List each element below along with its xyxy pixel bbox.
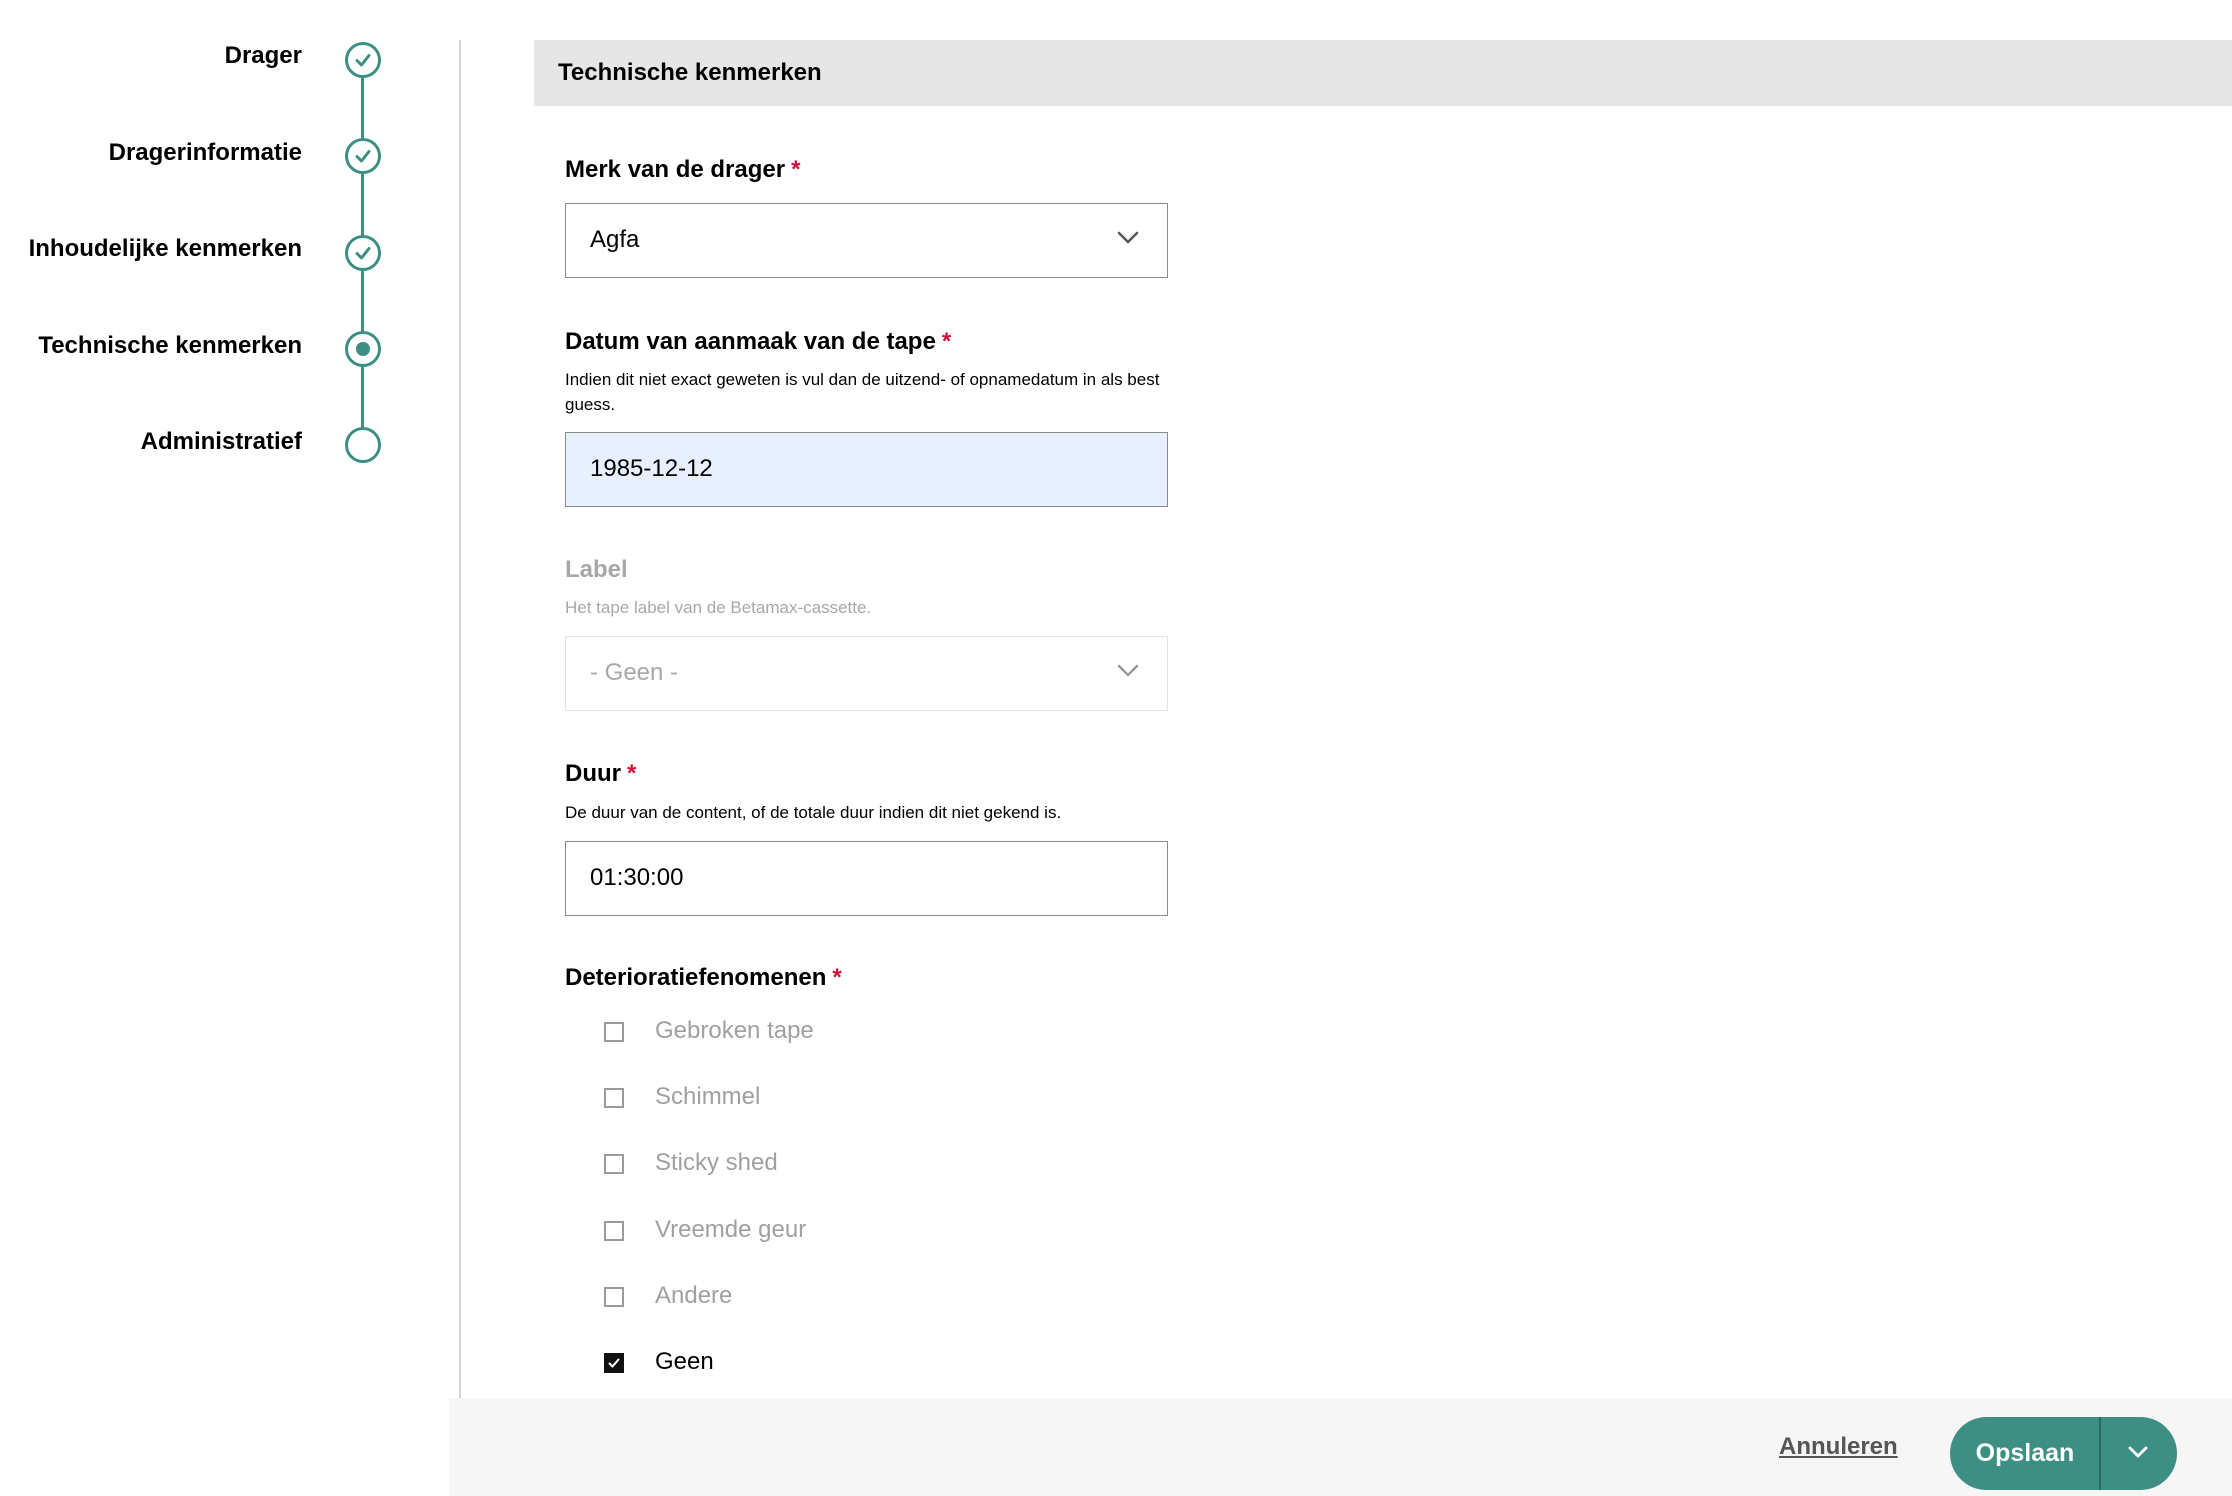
checkbox-icon[interactable] (604, 1154, 624, 1174)
chevron-down-icon (1117, 231, 1139, 244)
section-title: Technische kenmerken (534, 40, 2232, 106)
step-label-inhoudelijke-kenmerken[interactable]: Inhoudelijke kenmerken (29, 235, 302, 263)
checkbox-icon[interactable] (604, 1287, 624, 1307)
checkbox-label: Geen (655, 1348, 714, 1375)
chevron-down-icon (2128, 1446, 2148, 1458)
duration-input[interactable]: 01:30:00 (565, 841, 1168, 916)
tape-label-select-value: - Geen - (590, 659, 679, 686)
required-marker: * (941, 328, 952, 355)
date-field-label: Datum van aanmaak van de tape * (565, 328, 952, 355)
required-marker: * (791, 156, 801, 183)
duration-field-label: Duur * (565, 760, 637, 787)
checkbox-label: Sticky shed (655, 1149, 778, 1176)
checkbox-label: Andere (655, 1282, 733, 1309)
date-field-help: Indien dit niet exact geweten is vul dan… (565, 370, 1160, 414)
brand-select[interactable]: Agfa (565, 203, 1168, 278)
step-label-technische-kenmerken[interactable]: Technische kenmerken (38, 332, 302, 360)
step-label-administratief[interactable]: Administratief (141, 428, 302, 456)
step-completed-icon (345, 235, 381, 271)
checkbox-label: Schimmel (655, 1083, 761, 1110)
checkbox-label: Vreemde geur (655, 1216, 807, 1243)
step-current-icon (345, 331, 381, 367)
required-marker: * (627, 760, 637, 787)
tape-label-field-label: Label (565, 556, 628, 583)
step-pending-icon (345, 427, 381, 463)
checkbox-icon[interactable] (604, 1221, 624, 1241)
date-input[interactable]: 1985-12-12 (565, 432, 1168, 507)
cancel-link[interactable]: Annuleren (1779, 1433, 1898, 1461)
step-label-drager[interactable]: Drager (225, 42, 302, 70)
save-options-dropdown-button[interactable] (2101, 1417, 2177, 1490)
duration-field-help: De duur van de content, of de totale duu… (565, 803, 1062, 822)
checkbox-icon[interactable] (604, 1088, 624, 1108)
duration-input-value: 01:30:00 (590, 864, 684, 891)
brand-field-label: Merk van de drager * (565, 156, 801, 183)
brand-select-value: Agfa (590, 226, 640, 253)
step-completed-icon (345, 138, 381, 174)
checkbox-label: Gebroken tape (655, 1017, 814, 1044)
step-completed-icon (345, 42, 381, 78)
checkbox-checked-icon[interactable] (604, 1353, 624, 1373)
tape-label-field-help: Het tape label van de Betamax-cassette. (565, 598, 872, 617)
step-label-dragerinformatie[interactable]: Dragerinformatie (109, 139, 302, 167)
date-input-value: 1985-12-12 (590, 455, 713, 482)
chevron-down-icon (1117, 664, 1139, 677)
save-button[interactable]: Opslaan (1950, 1417, 2100, 1490)
save-split-button: Opslaan (1950, 1417, 2177, 1490)
sidebar-divider (459, 40, 461, 1398)
tape-label-select: - Geen - (565, 636, 1168, 711)
checkbox-icon[interactable] (604, 1022, 624, 1042)
required-marker: * (832, 964, 842, 991)
deterioration-field-label: Deterioratiefenomenen * (565, 964, 842, 991)
